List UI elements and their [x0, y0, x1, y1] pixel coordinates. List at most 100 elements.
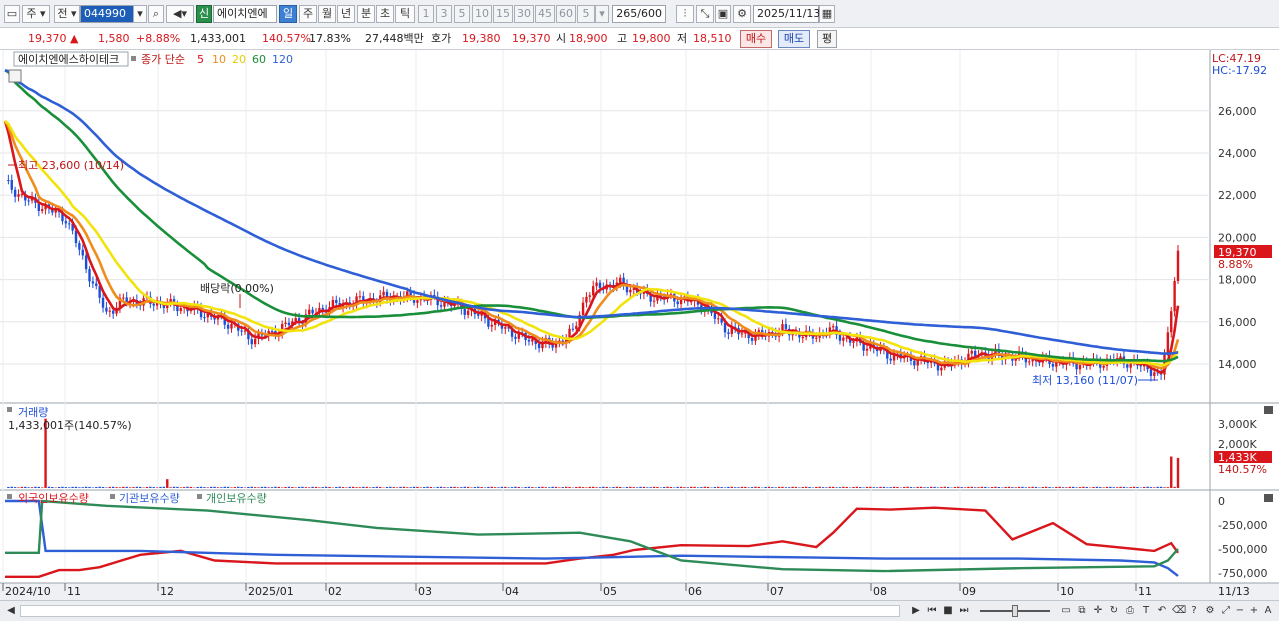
stock-chart[interactable]: 에이치엔에스하이테크 종가 단순 5 10 20 60 120 LC:47.19…: [0, 50, 1279, 600]
interval-60[interactable]: 60: [556, 5, 576, 23]
ma-60[interactable]: 60: [252, 53, 266, 66]
candle-body: [889, 358, 892, 361]
low-label: 저: [677, 32, 688, 45]
code-dropdown-icon[interactable]: ▾: [133, 5, 147, 23]
volume-bar: [10, 486, 13, 488]
legend-institution[interactable]: 기관보유수량: [119, 492, 180, 505]
period-month[interactable]: 월: [318, 5, 336, 23]
gear-icon[interactable]: ⚙: [733, 5, 751, 23]
zoom-slider-handle[interactable]: [1012, 605, 1018, 617]
compare-icon[interactable]: ⧉: [1076, 605, 1088, 617]
volume-bar: [588, 486, 592, 488]
interval-30[interactable]: 30: [514, 5, 534, 23]
ma-120[interactable]: 120: [272, 53, 293, 66]
scroll-right-icon[interactable]: ▶: [910, 605, 922, 617]
market-select[interactable]: 주 ▾: [22, 5, 50, 23]
price-tick-label: 16,000: [1218, 316, 1257, 329]
candle-body: [321, 307, 324, 310]
interval-1[interactable]: 1: [418, 5, 434, 23]
auto-icon[interactable]: A: [1262, 605, 1274, 617]
period-minute[interactable]: 분: [357, 5, 375, 23]
volume-bar: [416, 486, 419, 488]
interval-45[interactable]: 45: [535, 5, 555, 23]
candle-body: [253, 338, 257, 345]
candle-body: [676, 301, 679, 305]
volume-bar: [554, 486, 558, 488]
volume-bar: [652, 486, 656, 488]
fullscreen-icon[interactable]: ⤢: [1220, 605, 1232, 617]
chart-scrollbar[interactable]: ◀ ▶ ⏮ ■ ⏭ ▭ ⧉ ✛ ↻ ⎙ T ↶ ⌫ ? ⚙ ⤢ − + A: [0, 600, 1279, 621]
period-year[interactable]: 년: [337, 5, 355, 23]
volume-bar: [825, 487, 828, 488]
draw-tool-icon[interactable]: ⤡: [696, 5, 714, 23]
crosshair-icon[interactable]: ✛: [1092, 605, 1104, 617]
layout-icon[interactable]: ▭: [1060, 605, 1072, 617]
interval-custom[interactable]: 5: [577, 5, 595, 23]
window-menu-icon[interactable]: ▭: [4, 5, 20, 23]
zoom-in-icon[interactable]: +: [1248, 605, 1260, 617]
period-day[interactable]: 일: [279, 5, 297, 23]
refresh-icon[interactable]: ↻: [1108, 605, 1120, 617]
holdings-panel-close-icon[interactable]: [1264, 494, 1273, 502]
stock-name-field[interactable]: 에이치엔에: [213, 5, 277, 23]
interval-dropdown-icon[interactable]: ▾: [595, 5, 609, 23]
volume-bar: [690, 486, 693, 488]
interval-10[interactable]: 10: [472, 5, 492, 23]
x-tick-label: 2025/01: [248, 585, 294, 598]
volume-bar: [13, 487, 17, 488]
buy-button[interactable]: 매수: [740, 30, 772, 48]
legend-individual[interactable]: 개인보유수량: [206, 492, 267, 505]
new-badge[interactable]: 신: [196, 5, 212, 23]
volume-bar: [673, 487, 676, 488]
volume-bar: [287, 486, 291, 488]
stock-code-input[interactable]: 044990: [80, 5, 136, 23]
interval-3[interactable]: 3: [436, 5, 452, 23]
volume-bar: [781, 486, 784, 488]
save-icon[interactable]: ▣: [715, 5, 731, 23]
candle-body: [1078, 365, 1082, 370]
count-field[interactable]: 265/600: [612, 5, 666, 23]
volume-panel-close-icon[interactable]: [1264, 406, 1273, 414]
period-week[interactable]: 주: [299, 5, 317, 23]
search-icon[interactable]: ⌕: [148, 5, 164, 23]
candle-body: [108, 310, 111, 312]
speaker-icon[interactable]: ◀▾: [166, 5, 194, 23]
chart-settings-icon[interactable]: ⚙: [1204, 605, 1216, 617]
calendar-icon[interactable]: ▦: [819, 5, 835, 23]
undo-icon[interactable]: ↶: [1156, 605, 1168, 617]
interval-5[interactable]: 5: [454, 5, 470, 23]
volume-value: 1,433,001주(140.57%): [8, 419, 132, 432]
last-page-icon[interactable]: ⏭: [958, 605, 970, 617]
volume-bar: [537, 486, 541, 488]
erase-icon[interactable]: ⌫: [1172, 605, 1186, 617]
prev-select[interactable]: 전 ▾: [54, 5, 80, 23]
legend-foreign[interactable]: 외국인보유수량: [18, 492, 89, 505]
first-page-icon[interactable]: ⏮: [926, 605, 938, 617]
table-toggle-icon[interactable]: [8, 69, 22, 83]
evaluate-button[interactable]: 평: [817, 30, 837, 48]
interval-15[interactable]: 15: [493, 5, 513, 23]
scroll-left-icon[interactable]: ◀: [5, 605, 17, 617]
period-second[interactable]: 초: [376, 5, 394, 23]
ma-20[interactable]: 20: [232, 53, 246, 66]
stop-icon[interactable]: ■: [942, 605, 954, 617]
candle-type-icon[interactable]: ⫶: [676, 5, 694, 23]
sell-button[interactable]: 매도: [778, 30, 810, 48]
volume-bar: [585, 487, 588, 488]
date-field[interactable]: 2025/11/13: [753, 5, 820, 23]
print-icon[interactable]: ⎙: [1124, 605, 1136, 617]
volume-bar: [1136, 486, 1139, 488]
help-icon[interactable]: ?: [1188, 605, 1200, 617]
text-icon[interactable]: T: [1140, 605, 1152, 617]
hc-value: HC:-17.92: [1212, 64, 1267, 77]
ma-5[interactable]: 5: [197, 53, 204, 66]
volume-bar: [132, 487, 135, 488]
volume-bar: [280, 487, 284, 488]
price-tick-label: 20,000: [1218, 231, 1257, 244]
period-tick[interactable]: 틱: [395, 5, 415, 23]
ma-10[interactable]: 10: [212, 53, 226, 66]
zoom-out-icon[interactable]: −: [1234, 605, 1246, 617]
x-tick-label: 12: [160, 585, 174, 598]
scroll-track[interactable]: [20, 605, 900, 617]
volume-bar: [493, 487, 497, 488]
